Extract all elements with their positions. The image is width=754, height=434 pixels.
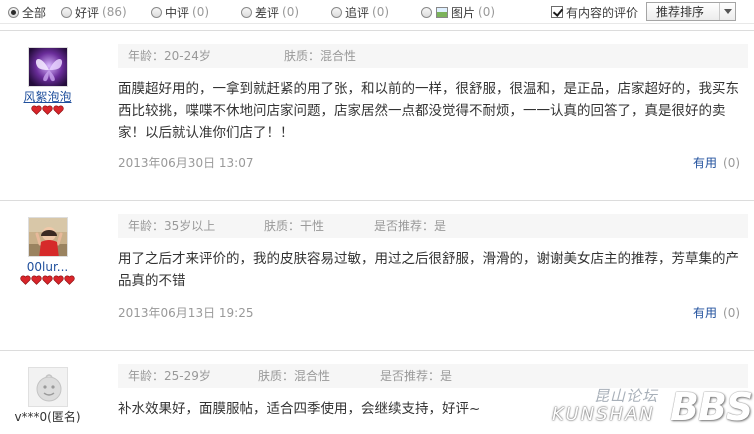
- useful-vote: 有用 (0): [693, 304, 740, 321]
- useful-vote: 有用 (0): [693, 154, 740, 171]
- heart-icon: [53, 275, 64, 285]
- reviewer-skin: 肤质：干性: [264, 219, 325, 233]
- filter-good-count: (86): [102, 5, 127, 19]
- watermark-cn: 昆山论坛: [594, 387, 659, 405]
- radio-icon[interactable]: [8, 6, 19, 18]
- review-divider: [0, 200, 754, 201]
- child-photo-avatar-icon: [28, 218, 67, 256]
- watermark-bbs: BBS: [670, 385, 753, 429]
- reviewer-name[interactable]: 00lur...: [10, 260, 85, 274]
- useful-count: (0): [723, 306, 741, 320]
- filter-bad-count: (0): [282, 5, 300, 19]
- review-filter-bar: 全部 好评 (86) 中评 (0) 差评 (0) 追评 (0) 图片 (0) 有…: [0, 0, 754, 24]
- heart-icon: [20, 275, 31, 285]
- reviewer-age: 年龄：20-24岁: [128, 49, 211, 63]
- review-item: 00lur... 年龄：35岁以上 肤质：干性 是否推荐：是 用了之后才来评价的…: [0, 200, 754, 350]
- avatar[interactable]: [27, 47, 68, 87]
- avatar[interactable]: [27, 367, 68, 407]
- heart-icon: [42, 105, 53, 115]
- filter-images-label: 图片: [451, 5, 476, 20]
- reviewer-age: 年龄：25-29岁: [128, 369, 211, 383]
- sort-selected-label: 推荐排序: [656, 5, 705, 19]
- filter-bad-label: 差评: [255, 5, 280, 20]
- filter-followup-label: 追评: [345, 5, 370, 20]
- reviewer-age: 年龄：35岁以上: [128, 219, 216, 233]
- reviewer-info: v***0(匿名): [10, 367, 85, 424]
- reviewer-skin: 肤质：混合性: [284, 49, 357, 63]
- review-item: 风絮泡泡 年龄：20-24岁 肤质：混合性 面膜超好用的，一拿到就赶紧的用了张，…: [0, 30, 754, 200]
- radio-icon[interactable]: [241, 6, 252, 18]
- filter-images[interactable]: 图片 (0): [421, 3, 495, 21]
- reviewer-info: 风絮泡泡: [10, 47, 85, 116]
- chevron-down-icon[interactable]: [719, 3, 735, 20]
- heart-icon: [42, 275, 53, 285]
- checkbox-icon[interactable]: [551, 6, 563, 18]
- review-content: 面膜超好用的，一拿到就赶紧的用了张，和以前的一样，很舒服，很温和，是正品，店家超…: [118, 81, 739, 141]
- review-divider: [0, 350, 754, 351]
- buyer-rank: [10, 275, 85, 286]
- site-watermark: 昆山论坛 KUNSHAN BBS: [552, 385, 753, 431]
- filter-all[interactable]: 全部: [8, 3, 46, 21]
- review-date: 2013年06月30日 13:07: [118, 156, 254, 170]
- sort-dropdown[interactable]: 推荐排序: [646, 2, 736, 21]
- useful-button[interactable]: 有用: [693, 156, 717, 170]
- review-date: 2013年06月13日 19:25: [118, 306, 254, 320]
- reviewer-info: 00lur...: [10, 217, 85, 286]
- filter-all-label: 全部: [22, 5, 47, 20]
- review-meta: 年龄：35岁以上 肤质：干性 是否推荐：是: [118, 214, 748, 238]
- review-divider: [0, 30, 754, 31]
- radio-icon[interactable]: [421, 6, 432, 18]
- avatar[interactable]: [27, 217, 68, 257]
- buyer-rank: [10, 105, 85, 116]
- heart-icon: [31, 105, 42, 115]
- watermark-en: KUNSHAN: [552, 404, 655, 425]
- reviewer-name: v***0(匿名): [14, 410, 81, 424]
- filter-good-label: 好评: [75, 5, 100, 20]
- radio-icon[interactable]: [61, 6, 72, 18]
- has-content-filter[interactable]: 有内容的评价: [551, 3, 638, 21]
- reviewer-name[interactable]: 风絮泡泡: [10, 90, 85, 104]
- filter-images-count: (0): [478, 5, 496, 19]
- filter-bad[interactable]: 差评 (0): [241, 3, 299, 21]
- heart-icon: [64, 275, 75, 285]
- useful-button[interactable]: 有用: [693, 306, 717, 320]
- heart-icon: [31, 275, 42, 285]
- radio-icon[interactable]: [331, 6, 342, 18]
- reviewer-skin: 肤质：混合性: [258, 369, 331, 383]
- review-meta: 年龄：20-24岁 肤质：混合性: [118, 44, 748, 68]
- reviewer-recommend: 是否推荐：是: [374, 219, 447, 233]
- radio-icon[interactable]: [151, 6, 162, 18]
- heart-icon: [53, 105, 64, 115]
- butterfly-avatar-icon: [28, 48, 67, 86]
- filter-good[interactable]: 好评 (86): [61, 3, 127, 21]
- filter-followup[interactable]: 追评 (0): [331, 3, 389, 21]
- filter-neutral-count: (0): [192, 5, 210, 19]
- filter-neutral-label: 中评: [165, 5, 190, 20]
- useful-count: (0): [723, 156, 741, 170]
- image-icon: [436, 6, 448, 18]
- filter-followup-count: (0): [372, 5, 390, 19]
- filter-neutral[interactable]: 中评 (0): [151, 3, 209, 21]
- has-content-label: 有内容的评价: [566, 5, 639, 20]
- review-content: 用了之后才来评价的，我的皮肤容易过敏，用过之后很舒服，滑滑的，谢谢美女店主的推荐…: [118, 251, 739, 289]
- reviewer-recommend: 是否推荐：是: [380, 369, 453, 383]
- default-avatar-icon: [28, 368, 67, 406]
